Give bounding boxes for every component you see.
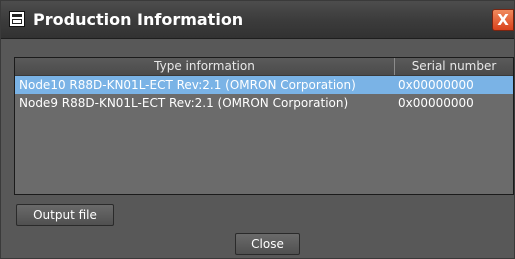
type-information-cell: Node9 R88D-KN01L-ECT Rev:2.1 (OMRON Corp… xyxy=(19,96,349,110)
production-information-dialog: Production Information X Type informatio… xyxy=(0,0,515,259)
column-header-serial-number[interactable]: Serial number xyxy=(395,58,513,75)
dialog-title: Production Information xyxy=(33,10,244,29)
list-item[interactable]: Node9 R88D-KN01L-ECT Rev:2.1 (OMRON Corp… xyxy=(15,94,513,112)
list-header: Type information Serial number xyxy=(15,58,513,76)
close-button[interactable]: Close xyxy=(235,233,300,255)
output-file-button[interactable]: Output file xyxy=(16,204,114,226)
production-info-list[interactable]: Type information Serial number Node10 R8… xyxy=(14,57,514,195)
serial-number-cell: 0x00000000 xyxy=(398,96,474,110)
close-icon[interactable]: X xyxy=(492,9,514,31)
title-bar[interactable]: Production Information X xyxy=(1,1,514,39)
list-item[interactable]: Node10 R88D-KN01L-ECT Rev:2.1 (OMRON Cor… xyxy=(15,76,513,94)
type-information-cell: Node10 R88D-KN01L-ECT Rev:2.1 (OMRON Cor… xyxy=(19,78,356,92)
serial-number-cell: 0x00000000 xyxy=(398,78,474,92)
window-app-icon xyxy=(9,11,25,27)
column-header-type-information[interactable]: Type information xyxy=(15,58,395,75)
